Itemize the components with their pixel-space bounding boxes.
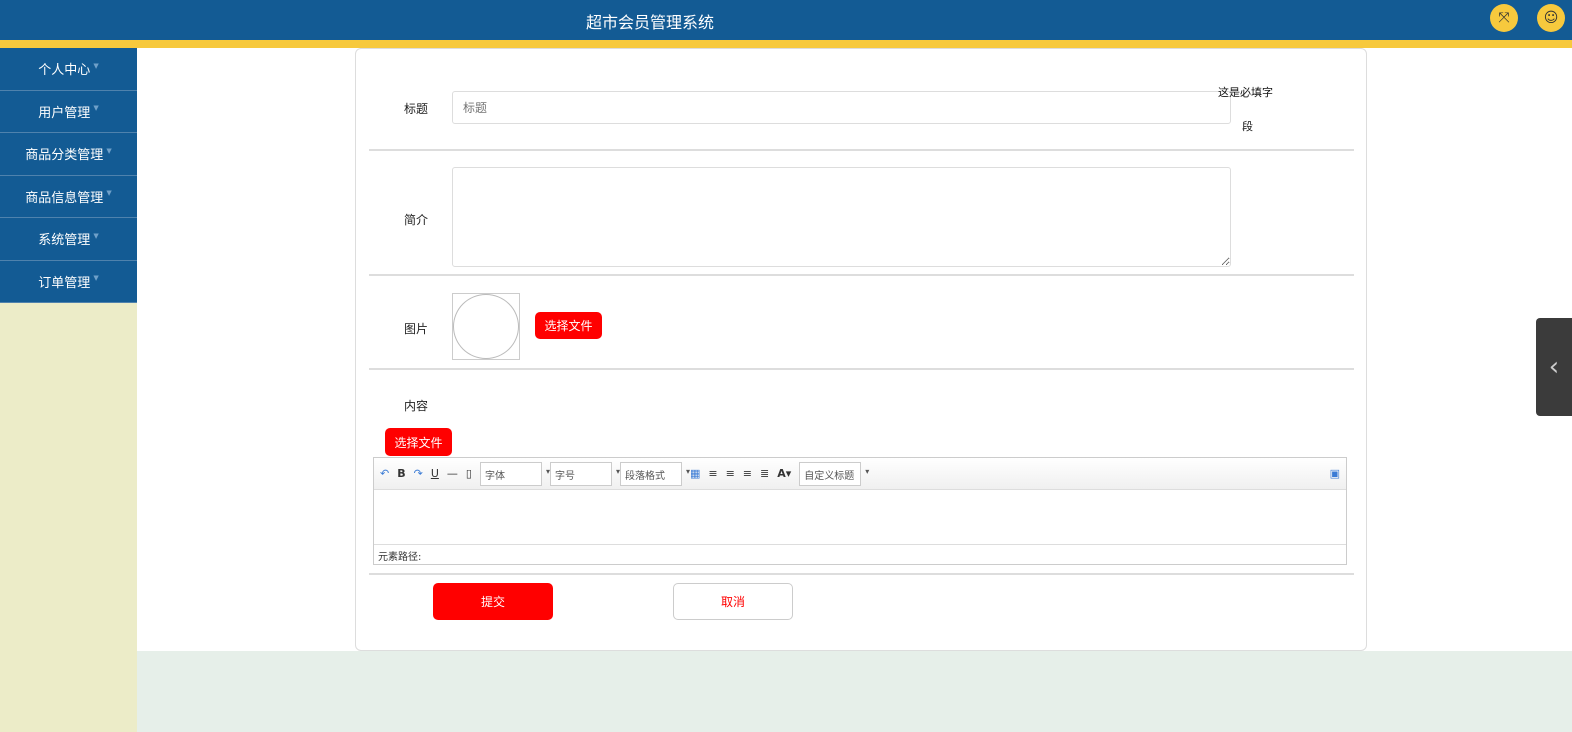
underline-icon[interactable]: U <box>431 467 439 480</box>
align-center-icon[interactable]: ≡ <box>743 467 752 480</box>
title-row: 标题 这是必填字 段 <box>369 49 1354 151</box>
undo-icon[interactable]: ↶ <box>380 467 389 480</box>
sidebar-item-label: 系统管理 <box>38 233 91 249</box>
content-label: 内容 <box>404 399 429 413</box>
sidebar-item-personal-center[interactable]: 个人中心 ▼ <box>0 48 137 91</box>
required-hint: 这是必填字 <box>1218 86 1273 99</box>
choose-image-button[interactable]: 选择文件 <box>535 312 602 339</box>
redo-icon[interactable]: ↷ <box>414 467 423 480</box>
intro-label: 简介 <box>404 213 429 227</box>
image-row: 图片 选择文件 <box>369 276 1354 370</box>
caret-down-icon: ▼ <box>106 189 112 198</box>
submit-button[interactable]: 提交 <box>433 583 553 620</box>
font-size-select[interactable]: 字号 <box>549 461 620 486</box>
font-family-select[interactable]: 字体 <box>479 461 550 486</box>
intro-textarea[interactable] <box>452 167 1231 267</box>
top-bar: 超市会员管理系统 ⤧ ☺ <box>0 0 1572 40</box>
bold-icon[interactable]: B <box>397 467 405 480</box>
sidebar-item-label: 个人中心 <box>38 63 91 79</box>
caret-down-icon: ▼ <box>106 146 112 155</box>
align-left-icon[interactable]: ≡ <box>708 467 717 480</box>
app-title: 超市会员管理系统 <box>585 13 714 32</box>
caret-down-icon: ▼ <box>93 61 99 70</box>
fullscreen-icon[interactable]: ▣ <box>1330 467 1340 480</box>
font-color-icon[interactable]: A▾ <box>777 467 791 480</box>
cancel-button[interactable]: 取消 <box>673 583 793 620</box>
caret-down-icon: ▼ <box>93 231 99 240</box>
sidebar-item-label: 用户管理 <box>38 105 91 121</box>
page-icon[interactable]: ▯ <box>466 467 472 480</box>
table-icon[interactable]: ▦ <box>690 467 700 480</box>
required-hint-cont: 段 <box>1242 120 1253 133</box>
sidebar-item-order-management[interactable]: 订单管理 ▼ <box>0 261 137 303</box>
sidebar-item-label: 商品信息管理 <box>25 190 104 206</box>
caret-down-icon: ▼ <box>93 104 99 113</box>
sidebar-item-label: 商品分类管理 <box>25 148 104 164</box>
rich-text-editor[interactable]: ↶ B ↷ U — ▯ 字体 字号 段落格式 ▦ ≡ ≡ ≡ ≣ A▾ 自定义标… <box>373 457 1347 565</box>
caret-down-icon: ▼ <box>93 274 99 283</box>
sidebar-item-system-management[interactable]: 系统管理 ▼ <box>0 218 137 261</box>
editor-toolbar: ↶ B ↷ U — ▯ 字体 字号 段落格式 ▦ ≡ ≡ ≡ ≣ A▾ 自定义标… <box>374 458 1346 490</box>
align-right-icon[interactable]: ≡ <box>726 467 735 480</box>
custom-title-select[interactable]: 自定义标题 <box>799 461 869 486</box>
user-icon[interactable]: ☺ <box>1537 4 1565 32</box>
sidebar-item-user-management[interactable]: 用户管理 ▼ <box>0 91 137 133</box>
chevron-left-icon: ‹ <box>1548 352 1560 382</box>
sidebar-item-product-management[interactable]: 商品信息管理 ▼ <box>0 176 137 218</box>
title-label: 标题 <box>404 102 429 116</box>
image-preview <box>452 293 520 360</box>
element-path: 元素路径: <box>374 544 1346 564</box>
accent-bar <box>0 40 1572 48</box>
expand-icon[interactable]: ⤧ <box>1490 4 1518 32</box>
image-label: 图片 <box>404 322 429 336</box>
title-input[interactable] <box>452 91 1231 124</box>
form-card: 标题 这是必填字 段 简介 图片 选择文件 内容 选择文件 ↶ B ↷ U — … <box>355 48 1367 651</box>
horizontal-rule-icon[interactable]: — <box>447 467 458 480</box>
sidebar-item-label: 订单管理 <box>38 275 91 291</box>
paragraph-format-select[interactable]: 段落格式 <box>619 461 690 486</box>
sidebar-item-category-management[interactable]: 商品分类管理 ▼ <box>0 133 137 176</box>
choose-content-file-button[interactable]: 选择文件 <box>385 428 452 456</box>
collapse-panel-tab[interactable]: ‹ <box>1536 318 1572 416</box>
intro-row: 简介 <box>369 151 1354 276</box>
align-justify-icon[interactable]: ≣ <box>760 467 769 480</box>
sidebar: 个人中心 ▼ 用户管理 ▼ 商品分类管理 ▼ 商品信息管理 ▼ 系统管理 ▼ 订单管理 ▼ <box>0 48 137 732</box>
